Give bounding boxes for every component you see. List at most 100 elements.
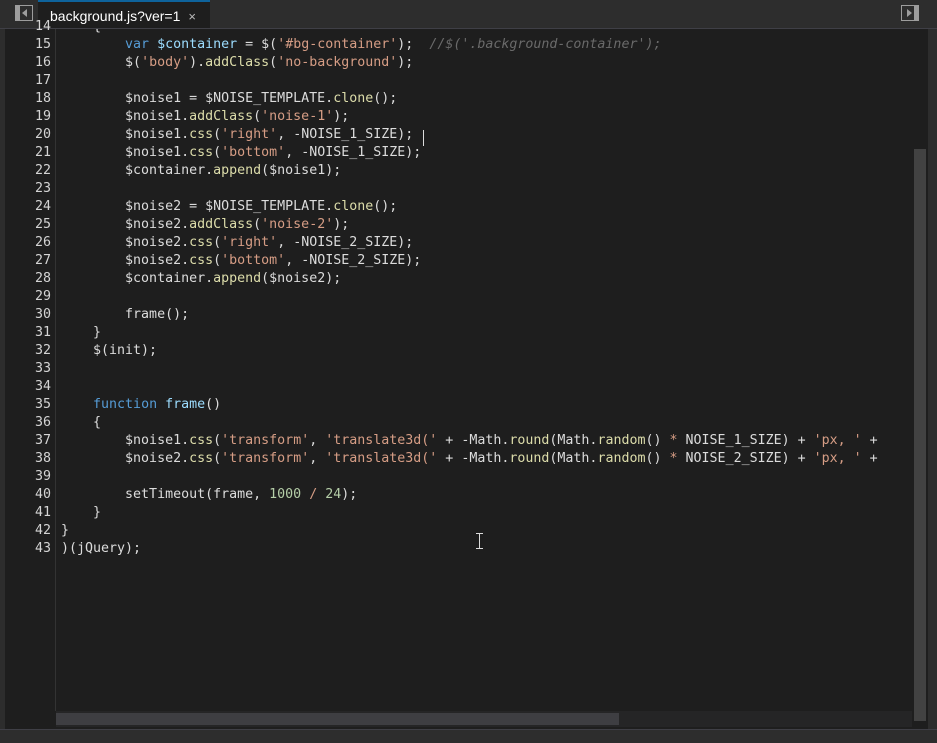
line-number: 21 [34, 145, 51, 160]
code-token: 'body' [141, 55, 190, 70]
code-token: NOISE_2_SIZE) + [677, 451, 814, 466]
code-token: ( [213, 451, 222, 466]
code-token: addClass [189, 109, 254, 124]
text-caret [423, 130, 424, 146]
code-line[interactable]: function frame() [61, 396, 221, 414]
code-token: append [213, 271, 262, 286]
code-line[interactable]: $noise1.css('transform', 'translate3d(' … [61, 432, 886, 450]
code-token: clone [333, 91, 374, 106]
line-number: 32 [34, 343, 51, 358]
code-token: , -NOISE_1_SIZE); [277, 127, 414, 142]
code-line[interactable]: setTimeout(frame, 1000 / 24); [61, 486, 357, 504]
code-token: $noise2. [61, 451, 190, 466]
code-token: $( [61, 55, 142, 70]
line-number: 26 [34, 235, 51, 250]
tab-bar: background.js?ver=1 × [0, 0, 937, 29]
code-token: 'transform' [221, 433, 310, 448]
code-line[interactable]: $container.append($noise1); [61, 162, 341, 180]
code-token: = $( [237, 37, 278, 52]
code-token: 'right' [221, 235, 278, 250]
line-number: 33 [34, 361, 51, 376]
code-token: + [861, 451, 886, 466]
code-token: 'bottom' [221, 253, 286, 268]
code-token: function [93, 397, 158, 412]
toggle-right-panel-icon[interactable] [901, 5, 919, 21]
code-line[interactable]: $noise2.css('bottom', -NOISE_2_SIZE); [61, 252, 421, 270]
code-token: $noise1 = $NOISE_TEMPLATE. [61, 91, 334, 106]
code-token: } [61, 325, 102, 340]
code-token: frame [165, 397, 206, 412]
code-line[interactable]: var $container = $('#bg-container'); //$… [61, 36, 661, 54]
code-line[interactable]: $noise1.addClass('noise-1'); [61, 108, 349, 126]
code-line[interactable]: $noise2.css('right', -NOISE_2_SIZE); [61, 234, 413, 252]
code-line[interactable]: $noise2.addClass('noise-2'); [61, 216, 349, 234]
code-line[interactable]: } [61, 504, 101, 522]
code-token: 'px, ' [813, 433, 862, 448]
code-line[interactable]: frame(); [61, 306, 189, 324]
line-number: 20 [34, 127, 51, 142]
vertical-scrollbar[interactable] [912, 29, 928, 721]
code-token: 'noise-1' [261, 109, 334, 124]
line-number: 25 [34, 217, 51, 232]
code-token: ( [213, 127, 222, 142]
code-token: $container. [61, 271, 214, 286]
code-token: 'translate3d(' [325, 451, 438, 466]
code-token: ); [341, 487, 358, 502]
code-token: $noise2. [61, 235, 190, 250]
code-token: } [61, 523, 70, 538]
horizontal-scrollbar[interactable] [56, 711, 912, 727]
line-number: 43 [34, 541, 51, 556]
code-line[interactable]: $noise1.css('right', -NOISE_1_SIZE); [61, 126, 413, 144]
code-line[interactable]: $container.append($noise2); [61, 270, 341, 288]
code-line[interactable]: } [61, 522, 69, 540]
code-token: css [189, 451, 214, 466]
code-line[interactable]: $noise2.css('transform', 'translate3d(' … [61, 450, 886, 468]
code-token: () [205, 397, 222, 412]
code-token: append [213, 163, 262, 178]
line-number: 24 [34, 199, 51, 214]
code-token: ); [397, 37, 430, 52]
horizontal-scrollbar-thumb[interactable] [56, 713, 619, 725]
code-token: addClass [205, 55, 270, 70]
code-token: $noise2 = $NOISE_TEMPLATE. [61, 199, 334, 214]
code-line[interactable]: } [61, 324, 101, 342]
code-token: * [669, 451, 678, 466]
code-token: ( [213, 253, 222, 268]
code-line[interactable]: $('body').addClass('no-background'); [61, 54, 413, 72]
code-token: round [509, 433, 550, 448]
close-icon[interactable]: × [188, 9, 196, 24]
code-token: //$('.background-container'); [429, 37, 662, 52]
code-token: ). [189, 55, 206, 70]
code-token: ( [213, 235, 222, 250]
tab-background-js[interactable]: background.js?ver=1 × [38, 0, 210, 28]
code-token: ( [253, 217, 262, 232]
line-number: 39 [34, 469, 51, 484]
vertical-scrollbar-thumb[interactable] [914, 149, 926, 721]
code-line[interactable]: { [61, 29, 101, 36]
code-token: 1000 [269, 487, 302, 502]
code-token: var [125, 37, 150, 52]
line-number: 31 [34, 325, 51, 340]
code-token: { [61, 415, 102, 430]
line-number: 40 [34, 487, 51, 502]
code-line[interactable]: { [61, 414, 101, 432]
code-token: 24 [325, 487, 342, 502]
code-editor[interactable]: { var $container = $('#bg-container'); /… [56, 29, 912, 711]
line-number: 29 [34, 289, 51, 304]
line-number: 42 [34, 523, 51, 538]
code-token: )(jQuery); [61, 541, 142, 556]
code-token: 'bottom' [221, 145, 286, 160]
code-line[interactable]: )(jQuery); [61, 540, 141, 558]
code-token: $noise1. [61, 127, 190, 142]
code-line[interactable]: $(init); [61, 342, 157, 360]
code-token: + [861, 433, 886, 448]
code-line[interactable]: $noise1 = $NOISE_TEMPLATE.clone(); [61, 90, 397, 108]
code-token: $container. [61, 163, 214, 178]
code-line[interactable]: $noise1.css('bottom', -NOISE_1_SIZE); [61, 144, 421, 162]
code-token: ); [333, 217, 350, 232]
line-number: 30 [34, 307, 51, 322]
code-line[interactable]: $noise2 = $NOISE_TEMPLATE.clone(); [61, 198, 397, 216]
